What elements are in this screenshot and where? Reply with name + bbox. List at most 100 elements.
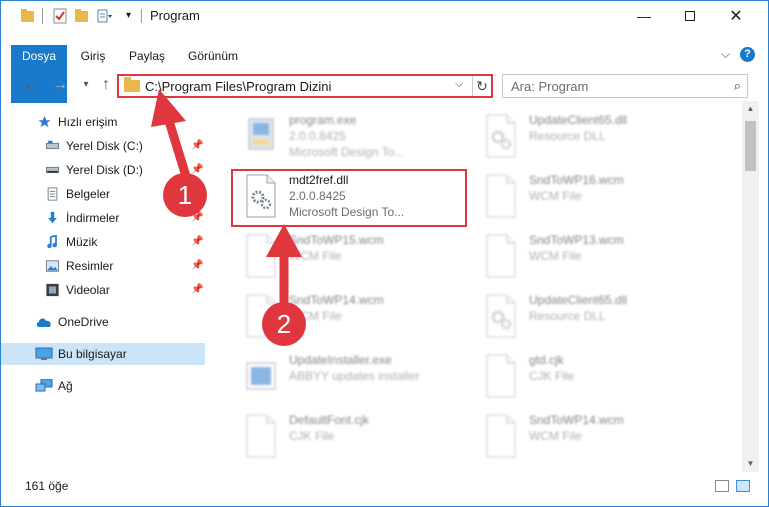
star-icon (38, 115, 51, 128)
pictures-icon (45, 260, 60, 272)
file-item[interactable]: DefaultFont.cjk CJK File (221, 407, 453, 461)
file-name: program.exe (289, 113, 357, 127)
minimize-button[interactable]: — (621, 1, 667, 31)
properties-icon[interactable] (53, 8, 67, 24)
computer-icon (35, 347, 53, 360)
close-button[interactable]: ✕ (713, 1, 759, 31)
sidebar-item-label: Hızlı erişim (58, 115, 118, 129)
file-item[interactable]: SndToWP16.wcm WCM File (461, 167, 693, 225)
sidebar-item-onedrive[interactable]: OneDrive (1, 311, 205, 333)
network-icon (35, 379, 53, 392)
title-separator (141, 9, 142, 23)
file-item[interactable]: SndToWP14.wcm WCM File (461, 407, 693, 461)
installer-icon (243, 353, 279, 399)
scroll-thumb[interactable] (745, 121, 756, 171)
address-bar[interactable]: C:\Program Files\Program Dizini ⌵ ↻ (117, 74, 493, 98)
chevron-down-icon[interactable]: ▾ (126, 8, 136, 24)
sidebar-item-quick-access[interactable]: Hızlı erişim (1, 111, 205, 133)
file-name: UpdateClient65.dll (529, 293, 628, 307)
file-detail: WCM File (529, 189, 582, 203)
highlight-frame (231, 169, 467, 227)
vertical-scrollbar[interactable]: ▲ ▼ (742, 101, 759, 472)
file-detail: CJK File (529, 369, 575, 383)
file-detail: 2.0.0.8425 (289, 129, 346, 143)
exe-icon (243, 113, 279, 159)
tab-share[interactable]: Paylaş (125, 45, 169, 67)
pin-icon[interactable]: 📌 (191, 135, 203, 157)
details-view-icon[interactable] (715, 480, 729, 492)
music-icon (47, 235, 57, 249)
sidebar-item-this-pc[interactable]: Bu bilgisayar (1, 343, 205, 365)
up-button[interactable]: ↑ (97, 76, 115, 94)
file-item[interactable]: SndToWP14.wcm WCM File (221, 287, 453, 345)
sidebar-item-videos[interactable]: Videolar 📌 (1, 279, 205, 301)
step-1-badge: 1 (163, 173, 207, 217)
file-detail: CJK File (289, 429, 335, 443)
drive-icon (45, 166, 60, 174)
file-item[interactable]: UpdateInstaller.exe ABBYY updates install… (221, 347, 453, 405)
file-name: SndToWP13.wcm (529, 233, 624, 247)
scroll-up-icon[interactable]: ▲ (742, 101, 759, 117)
ribbon-tabs: Dosya Giriş Paylaş Görünüm ⌵ ? (1, 43, 768, 103)
pin-icon[interactable]: 📌 (191, 231, 203, 253)
new-folder-icon[interactable] (75, 8, 89, 24)
search-box[interactable]: ⌕ (502, 74, 748, 98)
maximize-button[interactable] (667, 1, 713, 31)
file-name: gtd.cjk (529, 353, 564, 367)
file-name: SndToWP14.wcm (289, 293, 384, 307)
file-icon (483, 413, 519, 459)
pin-icon[interactable]: 📌 (191, 279, 203, 301)
file-icon (483, 173, 519, 219)
search-input[interactable] (511, 78, 711, 94)
tab-view[interactable]: Görünüm (183, 45, 243, 67)
large-icons-view-icon[interactable] (736, 480, 750, 492)
sidebar-item-label: Videolar (66, 283, 110, 297)
navigation-pane: Hızlı erişim Yerel Disk (C:) 📌 Yerel Dis… (1, 109, 211, 461)
folder-icon (21, 9, 34, 22)
file-description: Microsoft Design To... (289, 145, 405, 159)
file-item[interactable]: SndToWP15.wcm WCM File (221, 227, 453, 285)
sidebar-item-label: Yerel Disk (D:) (66, 163, 143, 177)
file-detail: Resource DLL (529, 309, 606, 323)
dll-icon (483, 293, 519, 339)
file-name: UpdateClient65.dll (529, 113, 628, 127)
address-path[interactable]: C:\Program Files\Program Dizini (145, 79, 331, 94)
expand-ribbon-icon[interactable]: ⌵ (721, 47, 730, 62)
file-detail: WCM File (289, 249, 342, 263)
file-list: program.exe 2.0.0.8425 Microsoft Design To… (211, 101, 741, 461)
tab-home[interactable]: Giriş (75, 45, 111, 67)
navigation-bar: ← → ▾ ↑ C:\Program Files\Program Dizini … (1, 71, 768, 101)
file-detail: Resource DLL (529, 129, 606, 143)
customize-toolbar-icon[interactable] (97, 8, 113, 24)
pin-icon[interactable]: 📌 (191, 255, 203, 277)
file-icon (483, 233, 519, 279)
sidebar-item-music[interactable]: Müzik 📌 (1, 231, 205, 253)
back-button[interactable]: ← (21, 76, 39, 94)
sidebar-item-label: Resimler (66, 259, 114, 273)
sidebar-item-label: İndirmeler (66, 211, 120, 225)
dll-icon (483, 113, 519, 159)
file-name: UpdateInstaller.exe (289, 353, 392, 367)
explorer-window: ▾ Program — ✕ Dosya Giriş Paylaş Görünüm… (0, 0, 769, 507)
help-icon[interactable]: ? (740, 47, 755, 62)
video-icon (46, 283, 59, 297)
step-2-badge: 2 (262, 302, 306, 346)
sidebar-item-network[interactable]: Ağ (1, 375, 205, 397)
search-icon[interactable]: ⌕ (734, 78, 741, 94)
forward-button[interactable]: → (51, 76, 69, 94)
file-detail: ABBYY updates installer (289, 369, 420, 383)
scroll-down-icon[interactable]: ▼ (742, 456, 759, 472)
refresh-icon[interactable]: ↻ (472, 76, 491, 96)
file-item[interactable]: SndToWP13.wcm WCM File (461, 227, 693, 285)
sidebar-item-label: Bu bilgisayar (58, 347, 127, 361)
sidebar-item-disk-c[interactable]: Yerel Disk (C:) 📌 (1, 135, 205, 157)
file-name: SndToWP15.wcm (289, 233, 384, 247)
recent-locations-icon[interactable]: ▾ (77, 76, 95, 94)
file-icon (243, 233, 279, 279)
sidebar-item-pictures[interactable]: Resimler 📌 (1, 255, 205, 277)
file-item[interactable]: gtd.cjk CJK File (461, 347, 693, 405)
file-item[interactable]: UpdateClient65.dll Resource DLL (461, 107, 693, 165)
file-item[interactable]: program.exe 2.0.0.8425 Microsoft Design To… (221, 107, 453, 165)
file-item[interactable]: UpdateClient65.dll Resource DLL (461, 287, 693, 345)
chevron-down-icon[interactable]: ⌵ (455, 78, 463, 91)
